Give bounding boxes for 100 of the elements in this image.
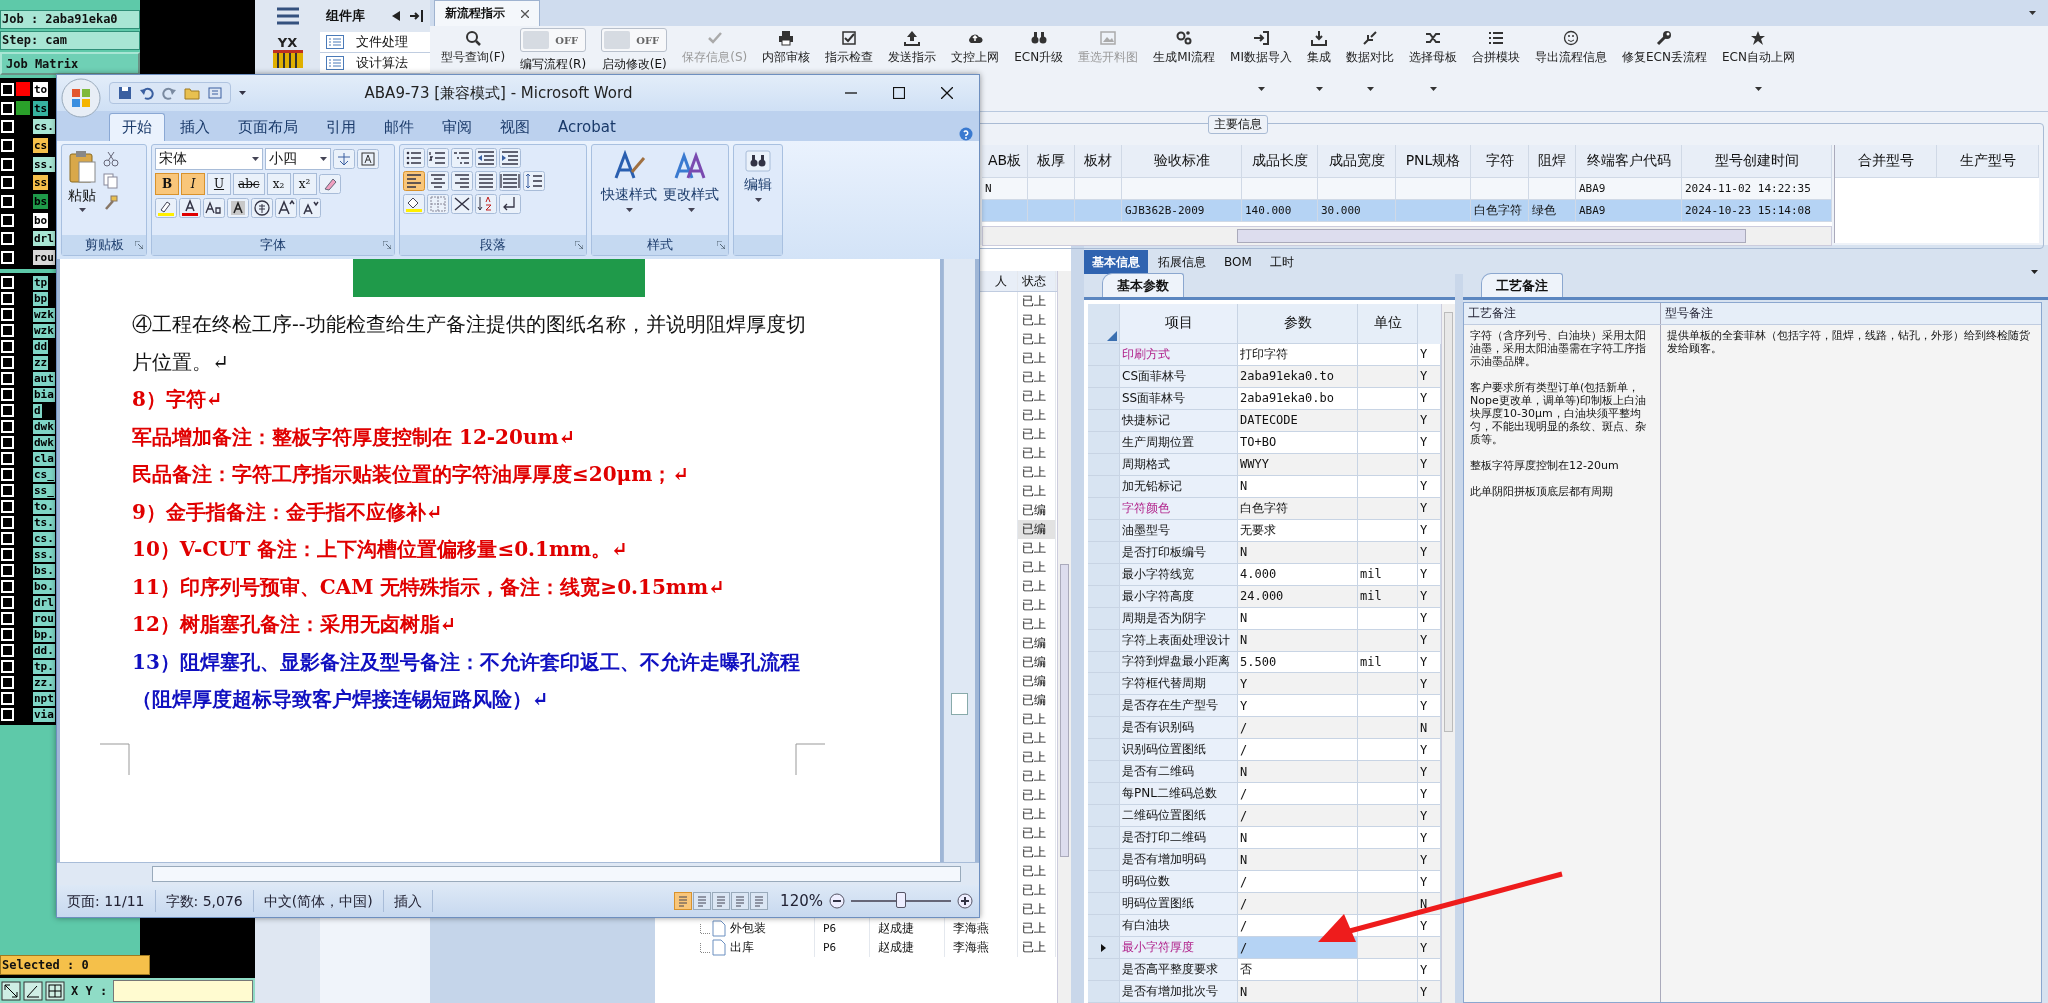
clear-format-icon[interactable] <box>318 174 341 194</box>
phonetic-icon[interactable] <box>333 149 355 169</box>
format-button[interactable]: I <box>181 173 205 195</box>
status-cell[interactable]: 已上 <box>1018 539 1056 558</box>
status-cell[interactable]: 已上 <box>1018 615 1056 634</box>
status-cell[interactable]: 已上 <box>1018 444 1056 463</box>
toolbar-button[interactable]: 指示检查 <box>818 28 881 68</box>
pin-icon[interactable] <box>410 10 424 22</box>
toolbar-button[interactable]: 修复ECN丢流程 <box>1615 28 1714 68</box>
layer-checkbox[interactable] <box>1 516 14 530</box>
launcher-icon[interactable] <box>575 241 583 249</box>
layer-name[interactable]: ts. <box>33 515 55 530</box>
toolbar-button[interactable]: 集成 <box>1300 28 1338 93</box>
toolbar-button[interactable]: 合拼模块 <box>1465 28 1527 68</box>
status-cell[interactable]: 已编 <box>1018 653 1056 672</box>
maximize-icon[interactable] <box>893 87 905 99</box>
column-header[interactable]: 工艺备注 <box>1464 303 1661 324</box>
status-cell[interactable]: 已上 <box>1018 330 1056 349</box>
layer-checkbox[interactable] <box>1 120 14 134</box>
font-name-field[interactable]: 宋体 <box>155 148 263 170</box>
status-cell[interactable]: 已上 <box>1018 824 1056 843</box>
toolbar-button[interactable]: 发送指示 <box>881 28 944 68</box>
grid-tool-icon[interactable] <box>45 980 65 1001</box>
table-cell[interactable]: WWYY <box>1238 453 1358 476</box>
table-cell[interactable]: 白色字符 <box>1238 497 1358 520</box>
status-cell[interactable]: 已上 <box>1018 463 1056 482</box>
layer-name[interactable]: cs_ <box>33 467 55 482</box>
column-header[interactable]: 项目 <box>1120 304 1238 344</box>
tab[interactable]: 工时 <box>1261 250 1302 274</box>
column-header[interactable]: 人 <box>995 272 1007 290</box>
undo-icon[interactable] <box>140 86 154 100</box>
table-cell[interactable]: N <box>1238 981 1358 1003</box>
office-button-icon[interactable] <box>61 78 101 118</box>
status-cell[interactable]: 已上 <box>1018 710 1056 729</box>
layer-checkbox[interactable] <box>1 580 14 594</box>
shrink-font-icon[interactable] <box>299 198 321 218</box>
sidebar-item[interactable]: 设计算法 <box>320 53 430 74</box>
table-cell[interactable]: / <box>1238 717 1358 740</box>
layer-checkbox[interactable] <box>1 612 14 626</box>
horizontal-scrollbar[interactable] <box>982 226 1832 246</box>
layer-name[interactable]: drl <box>33 231 55 247</box>
multilevel-list-icon[interactable] <box>451 148 473 168</box>
table-cell[interactable]: N <box>1238 607 1358 630</box>
align-right-icon[interactable] <box>451 171 473 191</box>
layer-checkbox[interactable] <box>1 548 14 562</box>
status-cell[interactable]: 已上 <box>1018 349 1056 368</box>
toolbar-button[interactable]: 文控上网 <box>944 28 1007 68</box>
ribbon-tab[interactable]: 引用 <box>313 113 369 141</box>
zoom-slider-thumb[interactable] <box>896 892 906 908</box>
layer-name[interactable]: bp. <box>33 627 55 642</box>
layer-name[interactable]: bo. <box>33 579 55 594</box>
table-cell[interactable]: N <box>1238 629 1358 652</box>
column-header[interactable]: 生产型号 <box>1937 145 2039 178</box>
status-cell[interactable]: 已上 <box>1018 786 1056 805</box>
table-cell[interactable]: DATECODE <box>1238 409 1358 432</box>
layer-name[interactable]: dwk <box>33 419 55 434</box>
ribbon-tab[interactable]: Acrobat <box>545 113 629 141</box>
status-cell[interactable]: 已上 <box>1018 748 1056 767</box>
status-cell[interactable]: 已上 <box>1018 311 1056 330</box>
status-cell[interactable]: 已上 <box>1018 292 1056 311</box>
layer-checkbox[interactable] <box>1 340 14 354</box>
table-cell[interactable]: / <box>1238 893 1358 916</box>
column-header[interactable]: 单位 <box>1358 304 1418 344</box>
layer-name[interactable]: ss. <box>33 156 55 172</box>
toolbar-button[interactable]: ECN自动上网 <box>1714 28 1802 93</box>
toggle-switch[interactable]: OFF <box>601 28 668 52</box>
status-cell[interactable]: 已上 <box>1018 482 1056 501</box>
layer-name[interactable]: ss. <box>33 547 55 562</box>
status-cell[interactable]: 已上 <box>1018 368 1056 387</box>
ribbon-tab[interactable]: 审阅 <box>429 113 485 141</box>
print-layout-icon[interactable] <box>674 892 693 910</box>
sidebar-item[interactable]: 文件处理 <box>320 32 430 53</box>
table-cell[interactable]: N <box>1238 827 1358 850</box>
row-header[interactable] <box>1088 937 1120 960</box>
table-cell[interactable]: 打印字符 <box>1238 343 1358 366</box>
layer-name[interactable]: aut <box>33 371 55 386</box>
layer-name[interactable]: wzk <box>33 307 55 322</box>
edit-button[interactable]: 编辑 <box>742 148 774 232</box>
close-icon[interactable] <box>521 9 529 18</box>
column-header[interactable]: 合并型号 <box>1835 145 1937 178</box>
layer-checkbox[interactable] <box>1 388 14 402</box>
layer-checkbox[interactable] <box>1 372 14 386</box>
vertical-scrollbar[interactable] <box>943 259 975 862</box>
layer-checkbox[interactable] <box>1 292 14 306</box>
layer-checkbox[interactable] <box>1 101 14 115</box>
layer-name[interactable]: drl <box>33 595 55 610</box>
layer-checkbox[interactable] <box>1 596 14 610</box>
toolbar-button[interactable]: 数据对比 <box>1339 28 1401 93</box>
tab[interactable]: 拓展信息 <box>1150 250 1214 274</box>
char-shading-icon[interactable] <box>227 198 249 218</box>
status-cell[interactable]: 已编 <box>1018 691 1056 710</box>
toolbar-button[interactable]: MI数据导入 <box>1223 28 1299 93</box>
table-cell[interactable]: Y <box>1238 695 1358 718</box>
layer-name[interactable]: ss_ <box>33 483 55 498</box>
table-cell[interactable]: 2aba91eka0.bo <box>1238 387 1358 410</box>
layer-checkbox[interactable] <box>1 232 14 246</box>
table-cell[interactable]: N <box>1238 541 1358 564</box>
ribbon-tab[interactable]: 开始 <box>109 113 165 141</box>
layer-name[interactable]: tp <box>33 275 49 290</box>
layer-name[interactable]: cla <box>33 451 55 466</box>
